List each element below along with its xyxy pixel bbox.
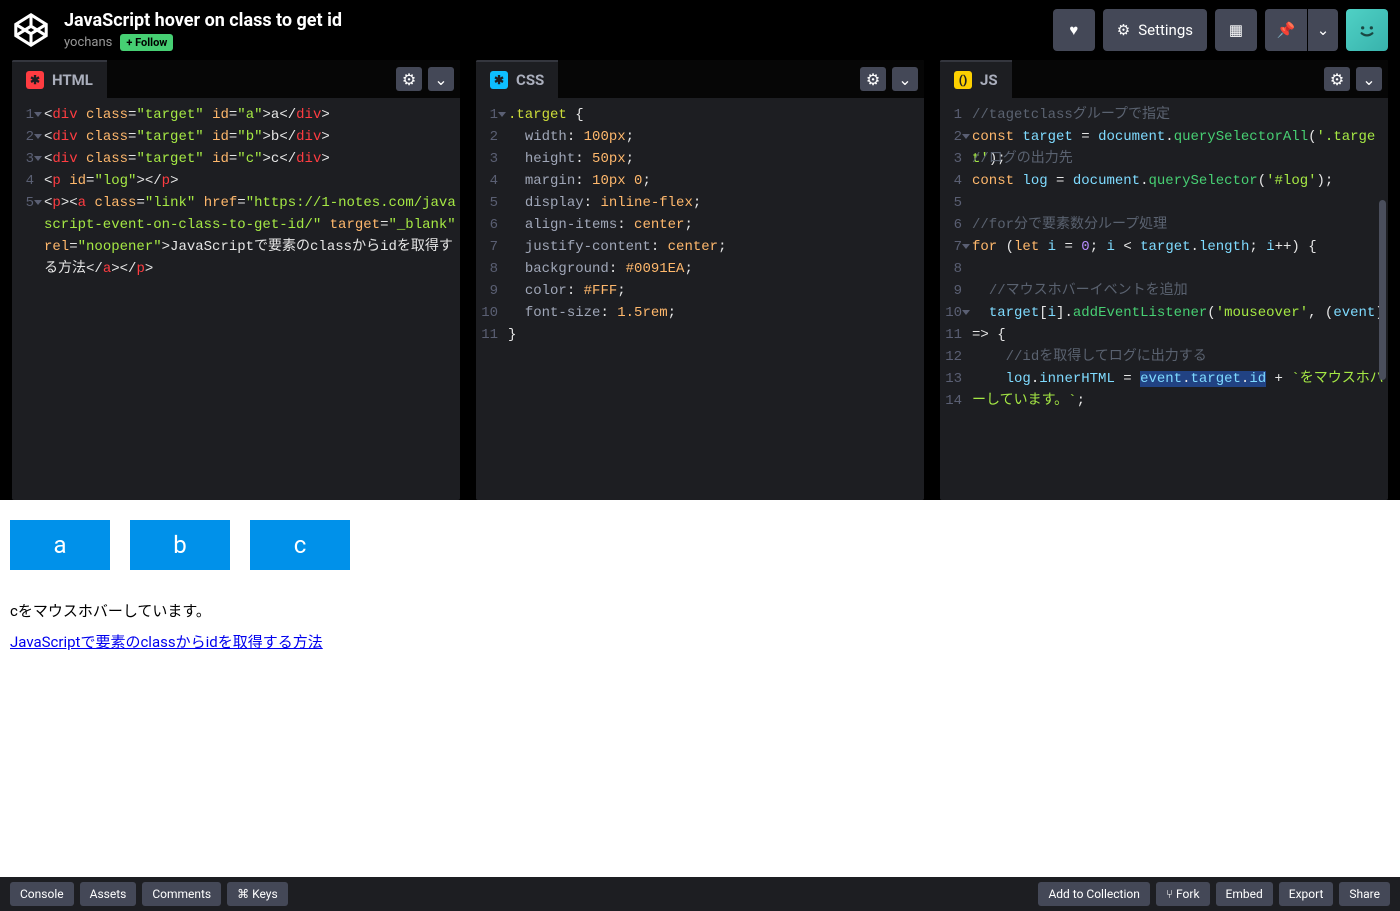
js-editor[interactable]: 1234567891011121314 //tagetclassグループで指定c… [940,98,1388,500]
css-label: CSS [516,71,544,89]
pin-button[interactable]: 📌 [1265,9,1307,51]
html-dropdown-button[interactable]: ⌄ [428,67,454,91]
log-output: cをマウスホバーしています。 [10,600,1390,621]
grid-icon: ▦ [1229,21,1243,39]
settings-button[interactable]: ⚙ Settings [1103,9,1207,51]
js-panel: () JS ⚙ ⌄ 1234567891011121314 //tagetcla… [940,60,1388,500]
css-icon: ✱ [490,71,508,89]
comments-button[interactable]: Comments [142,882,221,906]
add-collection-button[interactable]: Add to Collection [1038,882,1149,906]
pin-dropdown[interactable]: ⌄ [1308,9,1338,51]
html-icon: ✱ [26,71,44,89]
js-settings-button[interactable]: ⚙ [1324,67,1350,91]
embed-button[interactable]: Embed [1216,882,1273,906]
chevron-down-icon: ⌄ [898,70,911,89]
css-panel: ✱ CSS ⚙ ⌄ 1234567891011 .target { width:… [476,60,924,500]
header-actions: ♥ ⚙ Settings ▦ 📌 ⌄ [1053,9,1388,51]
js-label: JS [980,71,998,89]
js-tab[interactable]: () JS [940,60,1012,98]
codepen-logo-icon[interactable] [12,11,50,49]
target-b[interactable]: b [130,520,230,570]
chevron-down-icon: ⌄ [1362,70,1375,89]
gear-icon: ⚙ [1117,21,1130,39]
html-editor[interactable]: 12345 <div class="target" id="a">a</div>… [12,98,460,500]
css-settings-button[interactable]: ⚙ [860,67,886,91]
target-c[interactable]: c [250,520,350,570]
chevron-down-icon: ⌄ [1317,21,1330,39]
preview-pane: abc cをマウスホバーしています。 JavaScriptで要素のclassから… [0,500,1400,877]
editor-panels: ✱ HTML ⚙ ⌄ 12345 <div class="target" id=… [0,60,1400,500]
js-icon: () [954,71,972,89]
html-panel: ✱ HTML ⚙ ⌄ 12345 <div class="target" id=… [12,60,460,500]
export-button[interactable]: Export [1279,882,1334,906]
footer: Console Assets Comments ⌘ Keys Add to Co… [0,877,1400,911]
heart-icon: ♥ [1069,21,1078,39]
view-button[interactable]: ▦ [1215,9,1257,51]
html-label: HTML [52,71,93,89]
fork-button[interactable]: ⑂ Fork [1156,882,1210,906]
html-settings-button[interactable]: ⚙ [396,67,422,91]
gear-icon: ⚙ [866,70,880,89]
user-avatar[interactable] [1346,9,1388,51]
chevron-down-icon: ⌄ [434,70,447,89]
header: JavaScript hover on class to get id yoch… [0,0,1400,60]
pin-icon: 📌 [1277,21,1296,39]
settings-label: Settings [1138,21,1193,39]
keys-button[interactable]: ⌘ Keys [227,882,288,906]
title-area: JavaScript hover on class to get id yoch… [64,10,342,51]
gear-icon: ⚙ [1330,70,1344,89]
love-button[interactable]: ♥ [1053,9,1095,51]
target-a[interactable]: a [10,520,110,570]
css-tab[interactable]: ✱ CSS [476,60,558,98]
scrollbar[interactable] [1379,200,1386,380]
css-editor[interactable]: 1234567891011 .target { width: 100px; he… [476,98,924,500]
gear-icon: ⚙ [402,70,416,89]
pen-title: JavaScript hover on class to get id [64,10,342,31]
pen-author[interactable]: yochans [64,35,112,50]
css-dropdown-button[interactable]: ⌄ [892,67,918,91]
follow-button[interactable]: + Follow [120,34,173,51]
js-dropdown-button[interactable]: ⌄ [1356,67,1382,91]
html-tab[interactable]: ✱ HTML [12,60,107,98]
console-button[interactable]: Console [10,882,74,906]
article-link[interactable]: JavaScriptで要素のclassからidを取得する方法 [10,633,323,651]
assets-button[interactable]: Assets [80,882,137,906]
share-button[interactable]: Share [1339,882,1390,906]
